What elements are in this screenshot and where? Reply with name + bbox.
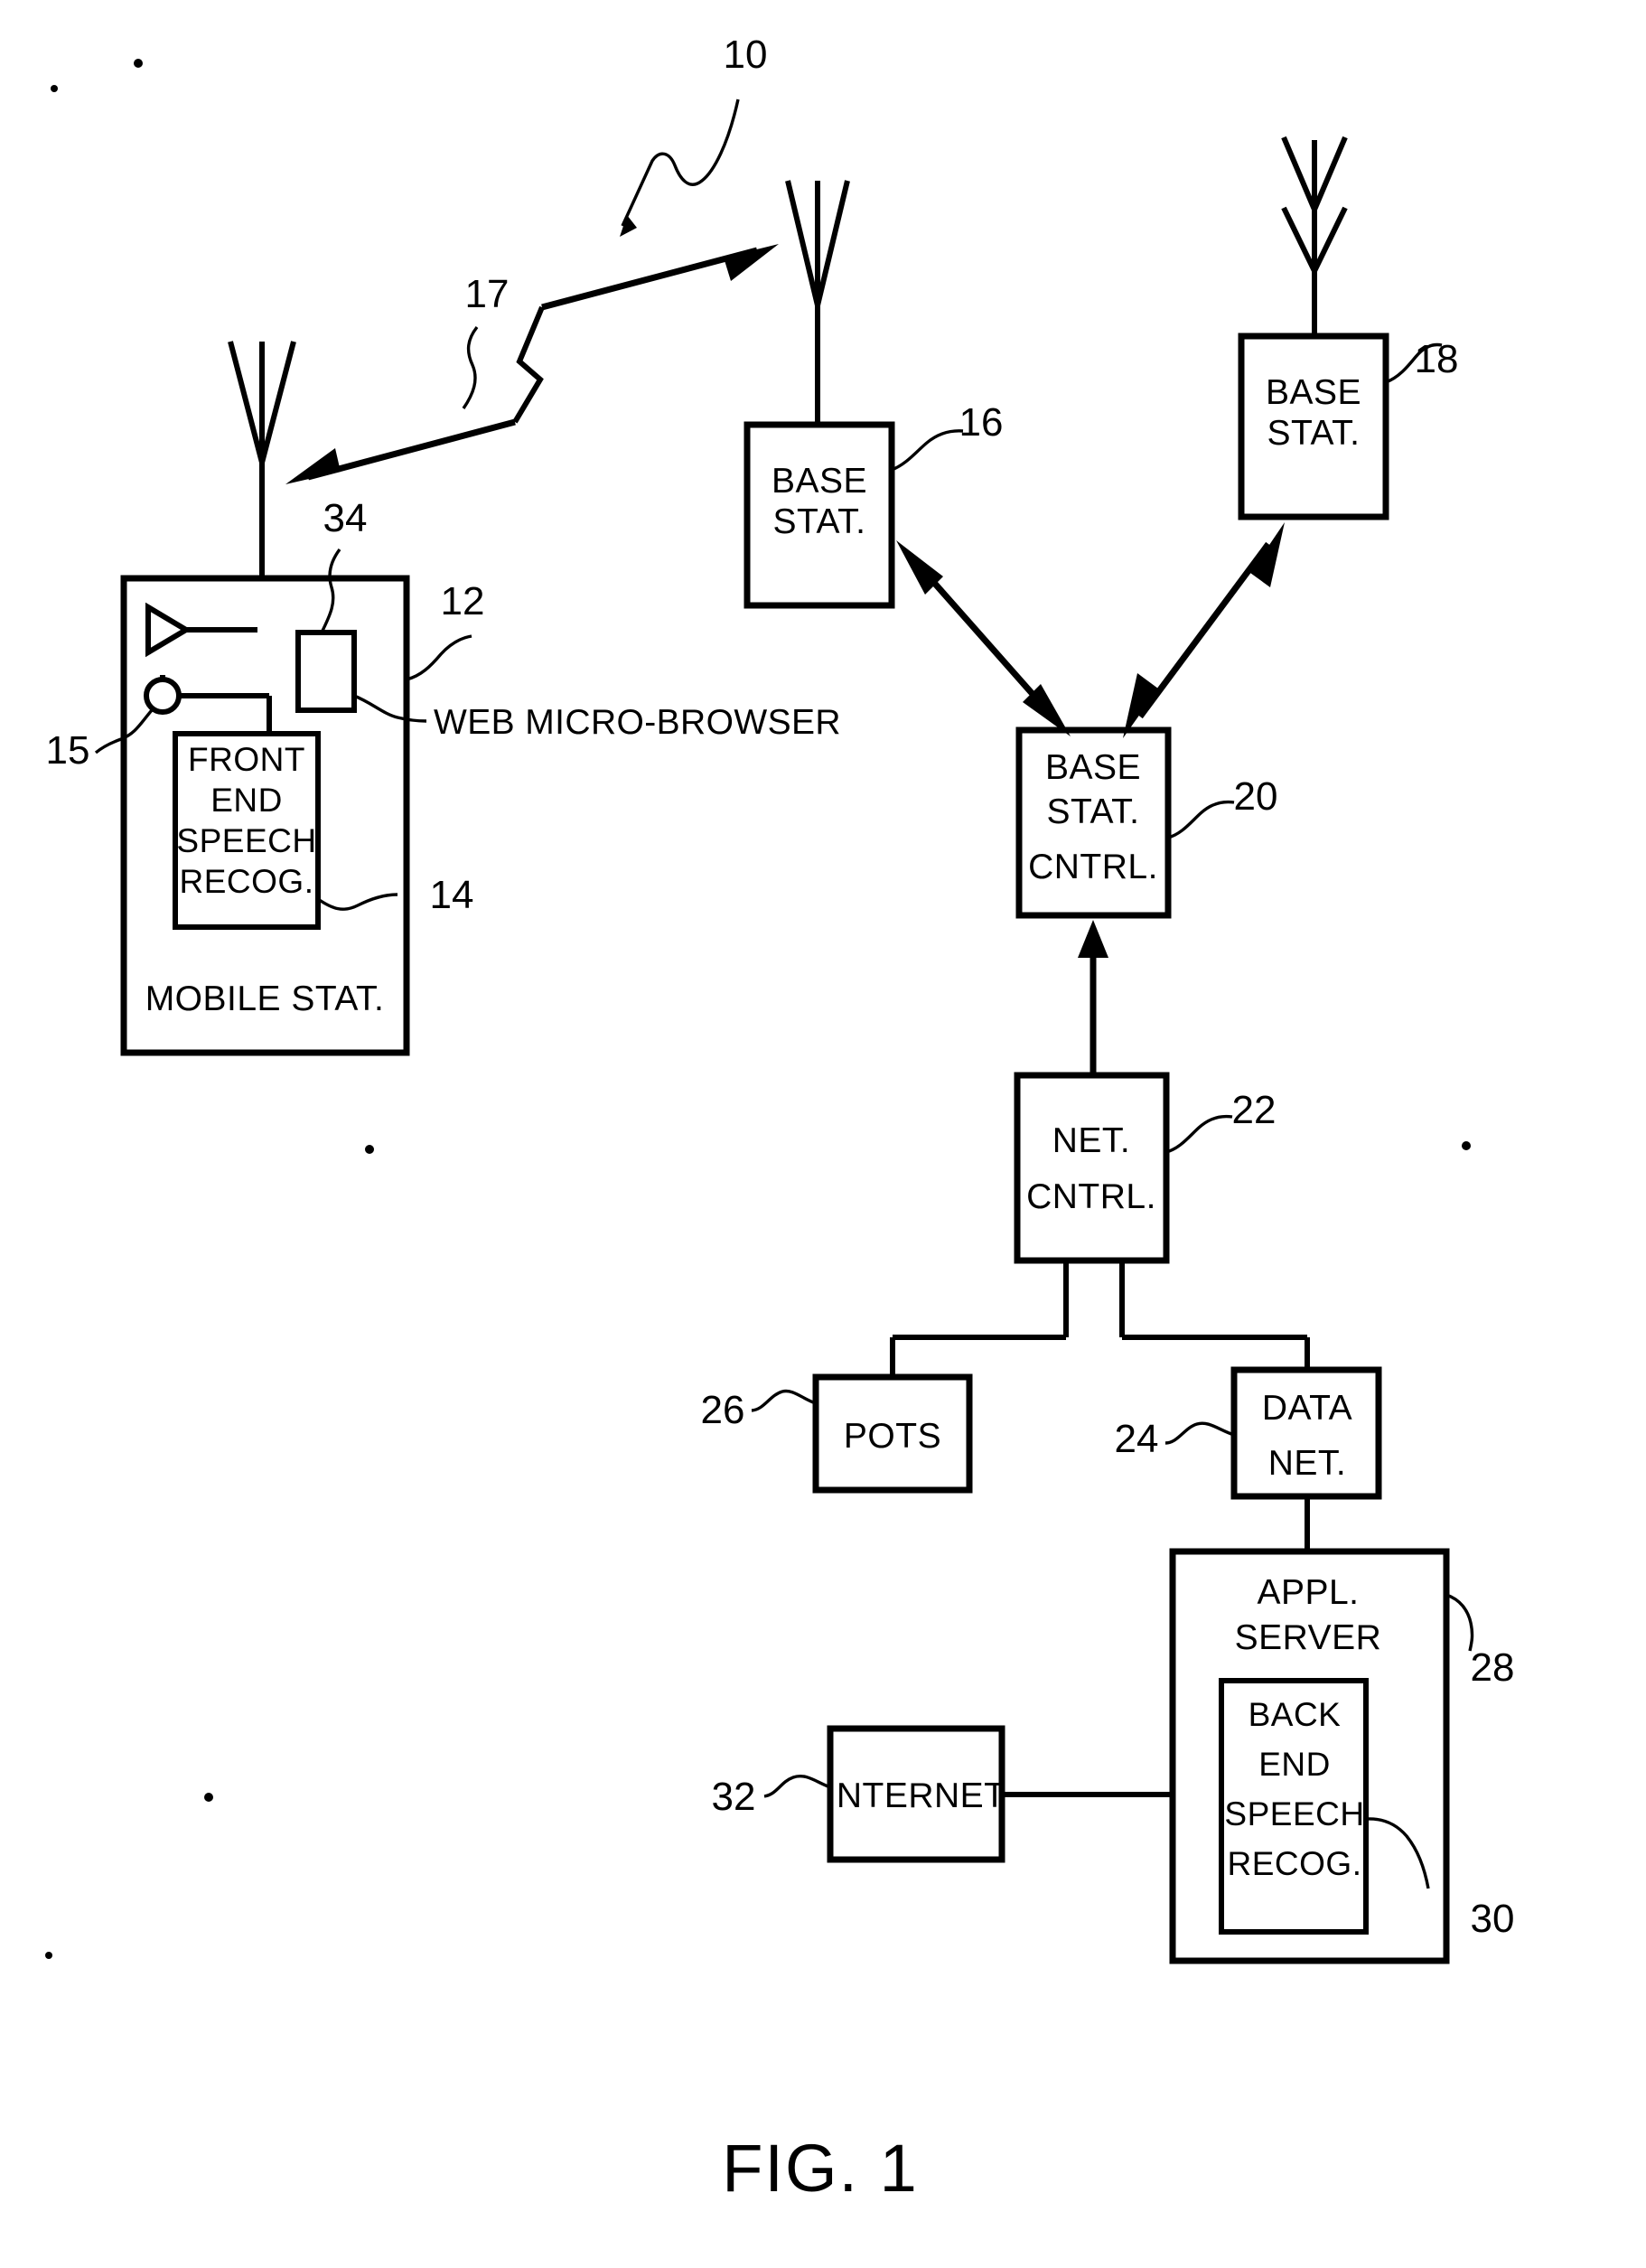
ref-22-leader xyxy=(1165,1114,1233,1154)
back-end-line-1: END xyxy=(1258,1746,1331,1783)
scan-speck xyxy=(365,1145,374,1154)
system-ref-10-group: 10 xyxy=(620,33,767,237)
pots-label: POTS xyxy=(844,1417,941,1456)
bsc-line-2: CNTRL. xyxy=(1028,848,1158,886)
arrowhead-to-base-18 xyxy=(1250,522,1285,587)
bsc-line-1: STAT. xyxy=(1047,792,1140,831)
ref-28-leader xyxy=(1445,1593,1474,1652)
back-end-line-2: SPEECH xyxy=(1224,1795,1364,1832)
ref-32-leader xyxy=(763,1775,831,1798)
ref-17-leader xyxy=(462,325,479,409)
front-end-line-1: END xyxy=(210,782,283,819)
network-controller-box[interactable] xyxy=(1014,1072,1170,1264)
ref-number-22: 22 xyxy=(1232,1088,1277,1132)
patent-figure-page: 10 15 34 WEB MICRO-BROWSER 12 FRONT END … xyxy=(0,0,1646,2268)
link-bsc-to-base-16 xyxy=(896,540,1071,736)
ref-20-leader xyxy=(1167,800,1235,839)
base-station-16-group[interactable]: BASE STAT. 16 xyxy=(744,180,1004,609)
figure-title: FIG. 1 xyxy=(722,2131,919,2206)
link-netctrl-to-bsc xyxy=(1078,920,1108,1075)
ref-number-32: 32 xyxy=(712,1775,756,1819)
base-station-18-line-0: BASE xyxy=(1266,373,1361,412)
front-end-line-2: SPEECH xyxy=(176,822,316,859)
ref-26-leader xyxy=(751,1389,817,1412)
mobile-station-antenna-icon xyxy=(228,341,296,578)
netctrl-line-0: NET. xyxy=(1052,1121,1131,1160)
internet-group[interactable]: INTERNET 32 xyxy=(712,1725,1173,1863)
link-bsc-to-base-18 xyxy=(1123,522,1285,738)
mobile-station-label: MOBILE STAT. xyxy=(145,979,385,1018)
base-station-controller-group[interactable]: BASE STAT. CNTRL. 20 xyxy=(1015,726,1278,919)
ref-number-15: 15 xyxy=(46,728,90,773)
scan-speck xyxy=(45,1952,52,1959)
base-station-18-line-1: STAT. xyxy=(1267,414,1361,453)
ref-number-34: 34 xyxy=(323,496,368,540)
appl-server-line-0: APPL. xyxy=(1257,1573,1359,1612)
data-net-line-1: NET. xyxy=(1268,1444,1347,1483)
ref-number-10: 10 xyxy=(724,33,768,77)
base-station-16-line-0: BASE xyxy=(772,462,867,501)
arrowhead-netctrl-to-bsc xyxy=(1078,920,1108,958)
system-ref-10-arrowhead xyxy=(620,215,637,237)
mobile-station-group[interactable]: 15 34 WEB MICRO-BROWSER 12 FRONT END SPE… xyxy=(46,341,841,1056)
base-station-16-antenna-icon xyxy=(785,180,850,426)
base-station-16-line-1: STAT. xyxy=(773,502,866,541)
web-micro-browser-box[interactable] xyxy=(295,630,357,713)
netctrl-line-1: CNTRL. xyxy=(1026,1177,1156,1216)
netctrl-bus xyxy=(890,1261,1310,1377)
front-end-line-3: RECOG. xyxy=(180,863,314,900)
figure-canvas: 10 15 34 WEB MICRO-BROWSER 12 FRONT END … xyxy=(45,33,1515,2206)
network-controller-group[interactable]: NET. CNTRL. 22 xyxy=(1014,1072,1277,1264)
bsc-line-0: BASE xyxy=(1045,748,1141,787)
ref-number-24: 24 xyxy=(1115,1417,1159,1461)
ref-number-28: 28 xyxy=(1471,1645,1515,1690)
ref-number-16: 16 xyxy=(959,400,1004,445)
ref-number-20: 20 xyxy=(1234,774,1278,819)
ref-number-14: 14 xyxy=(430,873,474,917)
base-station-18-group[interactable]: BASE STAT. 18 xyxy=(1238,136,1459,520)
ref-24-leader xyxy=(1164,1421,1235,1445)
web-micro-browser-label: WEB MICRO-BROWSER xyxy=(434,703,841,742)
ref-number-12: 12 xyxy=(441,579,485,623)
pots-group[interactable]: POTS 26 xyxy=(701,1373,973,1494)
internet-label: INTERNET xyxy=(827,1776,1006,1815)
radio-link-group: 17 xyxy=(285,244,779,484)
appl-server-line-1: SERVER xyxy=(1235,1618,1382,1657)
back-end-line-0: BACK xyxy=(1249,1696,1342,1733)
ref-number-26: 26 xyxy=(701,1388,745,1432)
appl-server-group[interactable]: APPL. SERVER 28 BACK END SPEECH RECOG. 3… xyxy=(1169,1548,1515,1964)
ref-number-18: 18 xyxy=(1415,337,1459,381)
scan-speck xyxy=(1462,1141,1471,1150)
ref-number-17: 17 xyxy=(465,272,510,316)
scan-speck xyxy=(204,1793,213,1802)
ref-16-leader xyxy=(891,429,964,472)
front-end-line-0: FRONT xyxy=(188,741,305,778)
data-net-line-0: DATA xyxy=(1262,1389,1352,1428)
data-net-group[interactable]: DATA NET. 24 xyxy=(1115,1366,1382,1500)
base-station-18-antenna-icon xyxy=(1281,136,1348,336)
ref-number-30: 30 xyxy=(1471,1897,1515,1941)
scan-speck xyxy=(134,59,143,68)
ref-12-leader xyxy=(406,634,472,681)
back-end-line-3: RECOG. xyxy=(1228,1845,1362,1882)
system-ref-10-leader xyxy=(621,98,740,227)
scan-speck xyxy=(51,85,58,92)
